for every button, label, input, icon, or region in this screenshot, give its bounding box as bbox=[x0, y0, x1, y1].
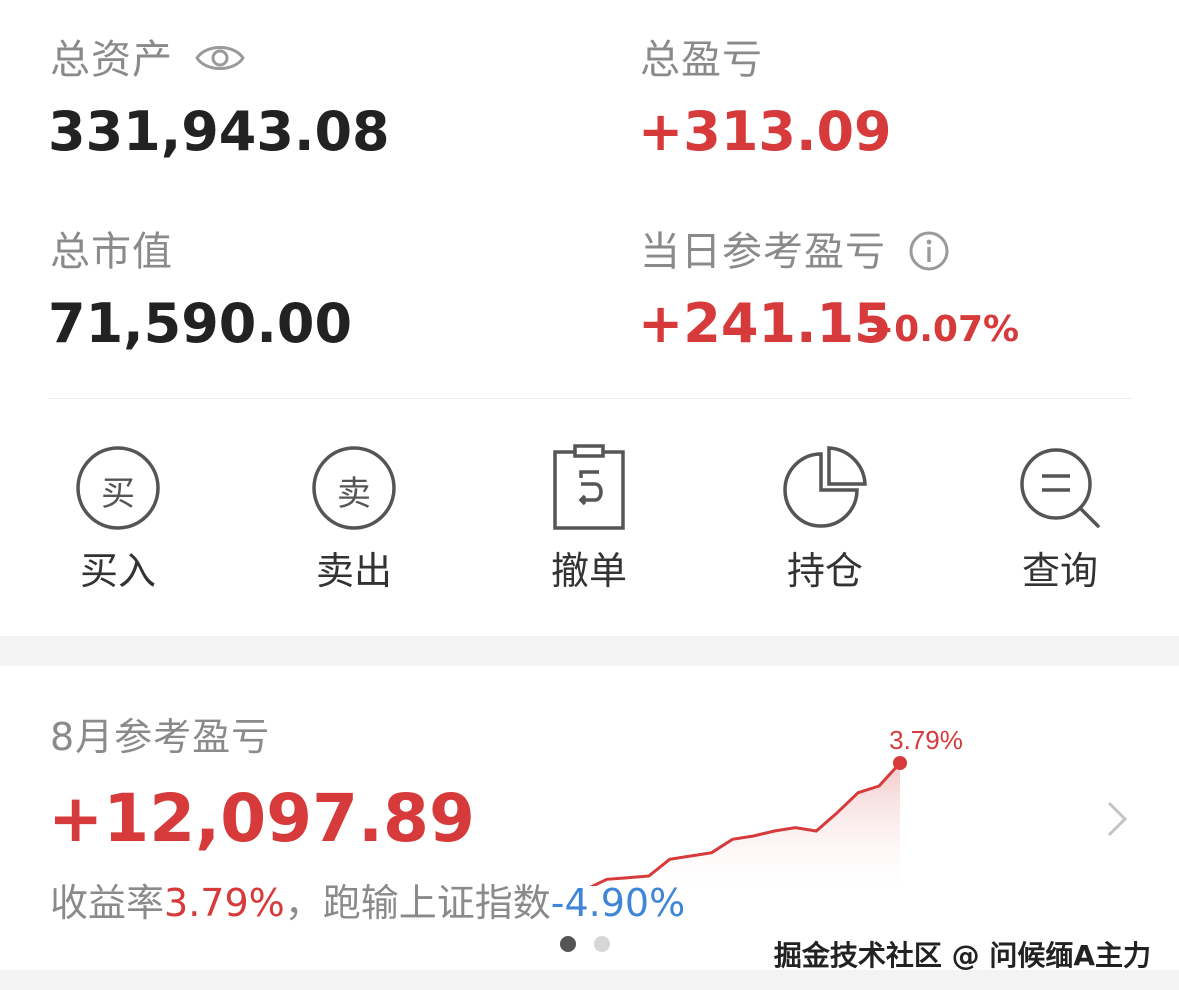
compare-label: ，跑输上证指数 bbox=[284, 881, 551, 925]
compare-value: -4.90% bbox=[550, 881, 686, 925]
pagination-dot[interactable] bbox=[594, 936, 610, 952]
total-pnl-label: 总盈亏 bbox=[640, 37, 763, 83]
search-icon bbox=[1012, 440, 1108, 536]
info-icon[interactable] bbox=[908, 230, 950, 272]
sell-button[interactable]: 卖 卖出 bbox=[274, 440, 434, 590]
chart-end-point bbox=[893, 756, 907, 770]
sell-label: 卖出 bbox=[315, 549, 392, 593]
daily-pnl-value: +241.15 bbox=[638, 292, 892, 355]
query-label: 查询 bbox=[1021, 549, 1098, 593]
cancel-order-icon bbox=[541, 440, 637, 536]
yield-label: 收益率 bbox=[50, 881, 165, 925]
cancel-order-button[interactable]: 撤单 bbox=[509, 440, 669, 590]
market-value-label: 总市值 bbox=[50, 229, 173, 275]
cancel-order-label: 撤单 bbox=[550, 549, 627, 593]
monthly-title: 8月参考盈亏 bbox=[50, 715, 271, 759]
sell-icon: 卖 bbox=[306, 440, 402, 536]
account-overview: 总资产 331,943.08 总盈亏 +313.09 总市值 71,590.00… bbox=[0, 0, 1179, 636]
market-value-value: 71,590.00 bbox=[48, 292, 353, 355]
holdings-button[interactable]: 持仓 bbox=[745, 440, 905, 590]
total-assets-value: 331,943.08 bbox=[48, 100, 390, 163]
daily-pnl-label: 当日参考盈亏 bbox=[640, 229, 886, 275]
monthly-trend-chart: 3.79% bbox=[586, 725, 963, 886]
bottom-gap bbox=[0, 970, 1179, 990]
action-bar: 买 买入 卖 卖出 撤单 持仓 查询 bbox=[0, 440, 1179, 600]
divider bbox=[48, 398, 1132, 399]
pagination-dot-active[interactable] bbox=[560, 936, 576, 952]
yield-value: 3.79% bbox=[164, 881, 285, 925]
chevron-right-icon[interactable] bbox=[1105, 799, 1131, 839]
watermark: 掘金技术社区 @ 问候缅A主力 bbox=[773, 939, 1151, 972]
buy-button[interactable]: 买 买入 bbox=[38, 440, 198, 590]
holdings-label: 持仓 bbox=[786, 549, 863, 593]
pagination-dots bbox=[560, 936, 628, 956]
chart-end-label: 3.79% bbox=[889, 725, 963, 755]
total-assets-label: 总资产 bbox=[50, 37, 173, 83]
buy-icon: 买 bbox=[70, 440, 166, 536]
query-button[interactable]: 查询 bbox=[980, 440, 1140, 590]
yield-summary: 收益率3.79%，跑输上证指数-4.90% bbox=[50, 884, 685, 922]
total-pnl-value: +313.09 bbox=[638, 100, 892, 163]
eye-icon[interactable] bbox=[194, 40, 246, 76]
chart-area bbox=[586, 763, 900, 886]
pie-chart-icon bbox=[777, 440, 873, 536]
buy-label: 买入 bbox=[79, 549, 156, 593]
monthly-value: +12,097.89 bbox=[48, 780, 475, 857]
daily-pnl-percent: +0.07% bbox=[864, 309, 1020, 350]
section-gap bbox=[0, 636, 1179, 666]
monthly-pnl-card[interactable]: 8月参考盈亏 +12,097.89 收益率3.79%，跑输上证指数-4.90% … bbox=[0, 666, 1179, 972]
